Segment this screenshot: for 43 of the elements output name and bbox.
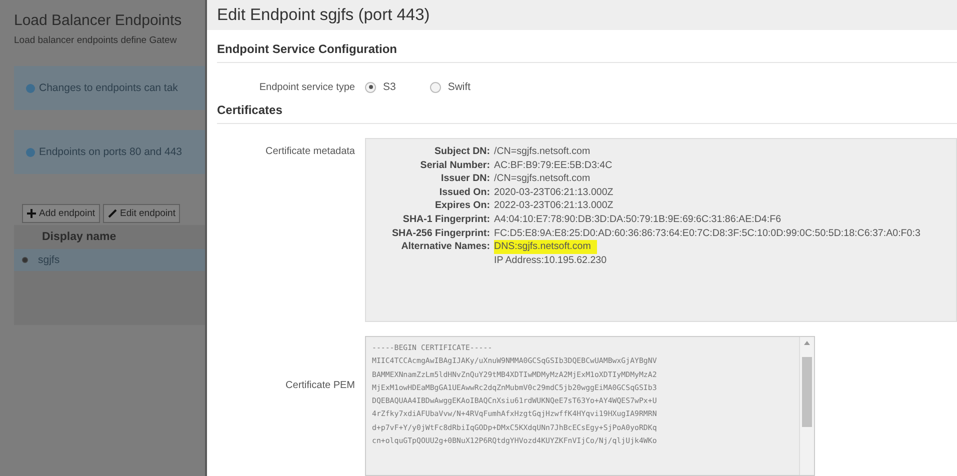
metadata-label: SHA-1 Fingerprint: [402,212,491,227]
add-endpoint-button[interactable]: Add endpoint [22,204,100,223]
section-heading: Endpoint Service Configuration [217,30,957,63]
metadata-value: /CN=sgjfs.netsoft.com [494,172,590,186]
metadata-label: Subject DN: [433,145,491,159]
field-label: Endpoint service type [258,82,356,92]
scroll-up-icon[interactable] [804,341,810,345]
radio-button[interactable] [365,82,376,92]
metadata-label: Expires On: [434,199,491,213]
radio-button[interactable] [430,82,441,92]
info-icon [26,148,35,156]
column-header: Display name [41,230,118,245]
metadata-value: IP Address:10.195.62.230 [494,254,607,268]
info-notice: Endpoints on ports 80 and 443 [14,130,205,174]
metadata-label: Issuer DN: [440,172,491,186]
metadata-value: A4:04:10:E7:78:90:DB:3D:DA:50:79:1B:9E:69:6C:31:86:AE:D4:F6 [494,212,782,227]
page-description: Load balancer endpoints define Gatew [14,35,178,46]
section-heading: Certificates [217,99,957,124]
radio-option[interactable]: Swift [430,81,471,93]
info-notice: Changes to endpoints can tak [14,66,205,110]
edit-endpoint-button[interactable]: Edit endpoint [103,204,180,223]
metadata-value: 2020-03-23T06:21:13.000Z [494,186,614,200]
metadata-label: Serial Number: [419,158,491,172]
metadata-value: 2022-03-23T06:21:13.000Z [494,199,614,213]
metadata-value: /CN=sgjfs.netsoft.com [494,145,590,159]
page-title: Load Balancer Endpoints [14,12,183,29]
scrollbar[interactable] [799,337,814,475]
row-radio[interactable] [22,257,28,263]
table-cell: sgjfs [38,254,60,266]
field-label: Certificate PEM [284,380,356,393]
field-label: Certificate metadata [264,146,356,157]
dialog-title: Edit Endpoint sgjfs (port 443) [207,0,957,30]
metadata-label: Alternative Names: [400,240,491,254]
table-row[interactable]: sgjfs [14,249,205,271]
metadata-value: AC:BF:B9:79:EE:5B:D3:4C [494,158,612,172]
pencil-icon [108,209,117,218]
metadata-value: DNS:sgjfs.netsoft.com [494,240,597,254]
metadata-label: Issued On: [438,186,491,200]
metadata-value: FC:D5:E8:9A:E8:25:D0:AD:60:36:86:73:64:E0:7C:D8:3F:5C:10:0D:99:0C:50:5D:18:C6:37:A0:F0:3 [494,226,920,240]
plus-icon [27,209,36,218]
metadata-label: SHA-256 Fingerprint: [391,226,491,240]
info-icon [26,84,35,92]
radio-option[interactable]: S3 [365,81,396,93]
